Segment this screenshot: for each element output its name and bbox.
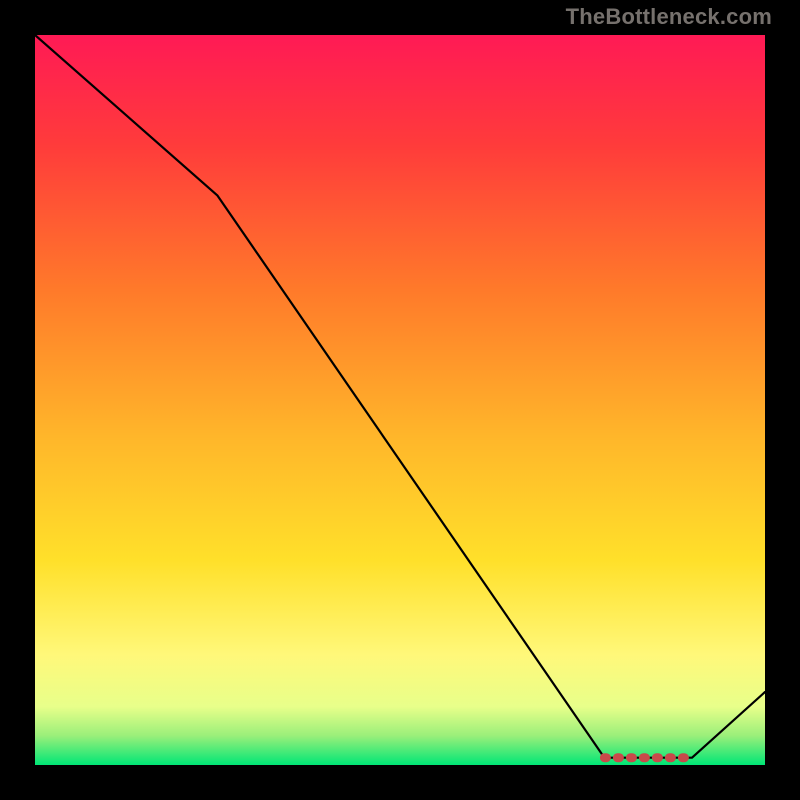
chart-svg xyxy=(35,35,765,765)
chart-container: TheBottleneck.com xyxy=(0,0,800,800)
gradient-background xyxy=(35,35,765,765)
watermark-attribution: TheBottleneck.com xyxy=(566,4,772,30)
plot-area xyxy=(35,35,765,765)
